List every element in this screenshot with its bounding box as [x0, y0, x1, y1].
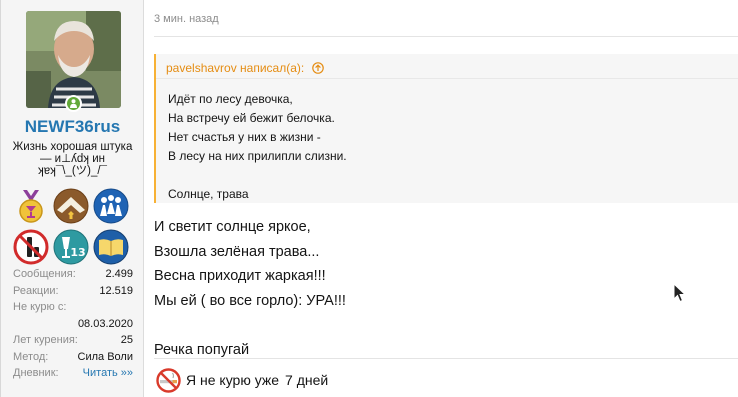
stat-value: 25: [120, 334, 133, 346]
quote-line: Солнце, трава: [168, 187, 249, 201]
quote-line: В лесу на них прилипли слизни.: [168, 149, 347, 163]
message-line: И светит солнце яркое,: [154, 219, 311, 235]
no-smoking-icon: [156, 367, 181, 393]
quote-line: [168, 166, 347, 185]
quote-author-link[interactable]: pavelshavrov написал(а):: [166, 61, 324, 75]
svg-text:13: 13: [70, 246, 85, 259]
no-alcohol-trophy-icon[interactable]: [13, 229, 49, 265]
stat-reactions: Реакции: 12.519: [13, 285, 133, 302]
go-to-quote-icon[interactable]: [311, 62, 324, 74]
message-line: Мы ей ( во все горло): УРА!!!: [154, 292, 346, 309]
stat-label: Не курю с:: [13, 301, 67, 313]
divider: [154, 36, 738, 37]
diary-read-link[interactable]: Читать »»: [83, 367, 133, 379]
stat-smoking-years: Лет курения: 25: [13, 334, 133, 351]
signature-label: Я не курю уже: [186, 372, 280, 388]
stat-value: 08.03.2020: [77, 317, 133, 330]
online-status-icon: [65, 95, 82, 112]
signature: Я не курю уже 7 дней: [156, 366, 328, 394]
quote-line: Идёт по лесу девочка,: [168, 92, 293, 106]
message-content: 3 мин. назад pavelshavrov написал(а): Ид…: [144, 0, 738, 397]
signature-value: 7 дней: [285, 372, 329, 388]
avatar-photo: [26, 11, 121, 108]
user-title: Жизнь хорошая штука — и⊥ʎdʞ ин ʞɐʞ¯\_(ツ)…: [12, 141, 133, 177]
stat-value[interactable]: 2.499: [105, 268, 133, 280]
avatar[interactable]: [26, 11, 121, 108]
username-link[interactable]: NEWF36rus: [1, 117, 144, 137]
divider: [154, 358, 738, 359]
medal-trophy-icon[interactable]: [13, 188, 49, 224]
rank-chevron-trophy-icon[interactable]: [53, 188, 89, 224]
glass-13-trophy-icon[interactable]: 13: [53, 229, 89, 265]
divider: [156, 78, 738, 79]
stat-messages: Сообщения: 2.499: [13, 268, 133, 285]
quote-block: pavelshavrov написал(а): Идёт по лесу де…: [154, 54, 738, 203]
stat-diary: Дневник: Читать »»: [13, 367, 133, 384]
stat-label: Метод:: [13, 350, 49, 363]
people-group-trophy-icon[interactable]: [93, 188, 129, 224]
stat-quit-date: 08.03.2020: [13, 318, 133, 335]
quote-line: На встречу ей бежит белочка.: [168, 111, 335, 125]
stat-value: Сила Воли: [77, 350, 133, 363]
message-line: Взошла зелёная трава...: [154, 243, 320, 260]
quote-body: Идёт по лесу девочка, На встречу ей бежи…: [168, 90, 347, 204]
book-trophy-icon[interactable]: [93, 229, 129, 265]
message-date-link[interactable]: 3 мин. назад: [154, 13, 219, 25]
message-line: Весна приходит жаркая!!!: [154, 268, 326, 284]
stat-label: Реакции:: [13, 284, 59, 297]
message-post: NEWF36rus Жизнь хорошая штука — и⊥ʎdʞ ин…: [0, 0, 738, 397]
message-body: И светит солнце яркое, Взошла зелёная тр…: [154, 215, 346, 362]
user-stats: Сообщения: 2.499 Реакции: 12.519 Не курю…: [13, 268, 133, 384]
quote-line: Нет счастья у них в жизни -: [168, 130, 321, 144]
stat-label: Сообщения:: [13, 268, 76, 280]
stat-label: Лет курения:: [13, 334, 78, 346]
quote-author-text: pavelshavrov написал(а):: [166, 61, 305, 75]
message-line: [154, 313, 346, 338]
stat-quit-since: Не курю с:: [13, 301, 133, 318]
stat-value: 12.519: [99, 284, 133, 297]
user-sidebar: NEWF36rus Жизнь хорошая штука — и⊥ʎdʞ ин…: [1, 0, 144, 397]
stat-method: Метод: Сила Воли: [13, 351, 133, 368]
mouse-cursor-icon: [673, 283, 687, 303]
stat-label: Дневник:: [13, 367, 59, 379]
